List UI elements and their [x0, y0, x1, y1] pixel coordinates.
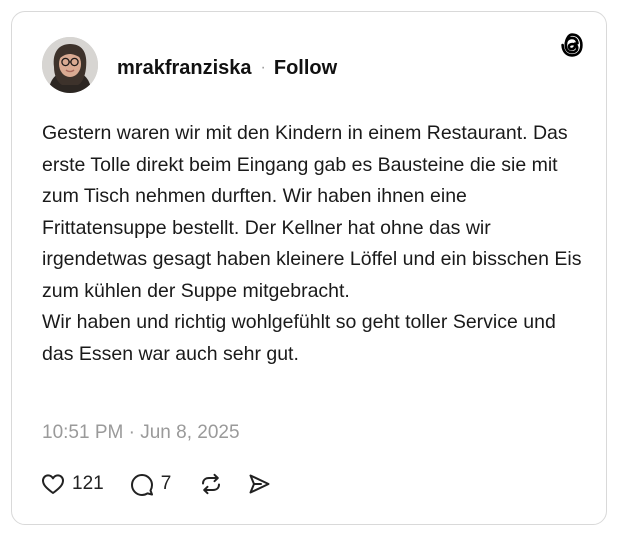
header-separator: ·	[260, 59, 266, 76]
share-button[interactable]	[246, 471, 272, 497]
like-count: 121	[72, 473, 104, 494]
post-paragraph: Wir haben und richtig wohlgefühlt so geh…	[42, 311, 556, 365]
like-button[interactable]: 121	[40, 471, 104, 497]
repost-button[interactable]	[198, 471, 224, 497]
avatar[interactable]	[42, 37, 98, 93]
action-bar: 121 7	[40, 470, 272, 498]
threads-post-card: mrakfranziska · Follow Gestern waren wir…	[11, 11, 607, 525]
repost-icon	[198, 471, 224, 497]
send-icon	[246, 471, 272, 497]
post-header: mrakfranziska · Follow	[117, 56, 337, 80]
reply-button[interactable]: 7	[129, 471, 172, 497]
comment-icon	[129, 471, 155, 497]
follow-button[interactable]: Follow	[274, 57, 337, 80]
post-body: Gestern waren wir mit den Kindern in ein…	[42, 118, 582, 370]
post-timestamp[interactable]: 10:51 PM · Jun 8, 2025	[42, 422, 240, 444]
username[interactable]: mrakfranziska	[117, 57, 252, 80]
heart-icon	[40, 471, 66, 497]
avatar-image	[42, 37, 98, 93]
post-paragraph: Gestern waren wir mit den Kindern in ein…	[42, 122, 582, 302]
threads-logo-icon[interactable]	[558, 31, 586, 59]
reply-count: 7	[160, 473, 172, 494]
